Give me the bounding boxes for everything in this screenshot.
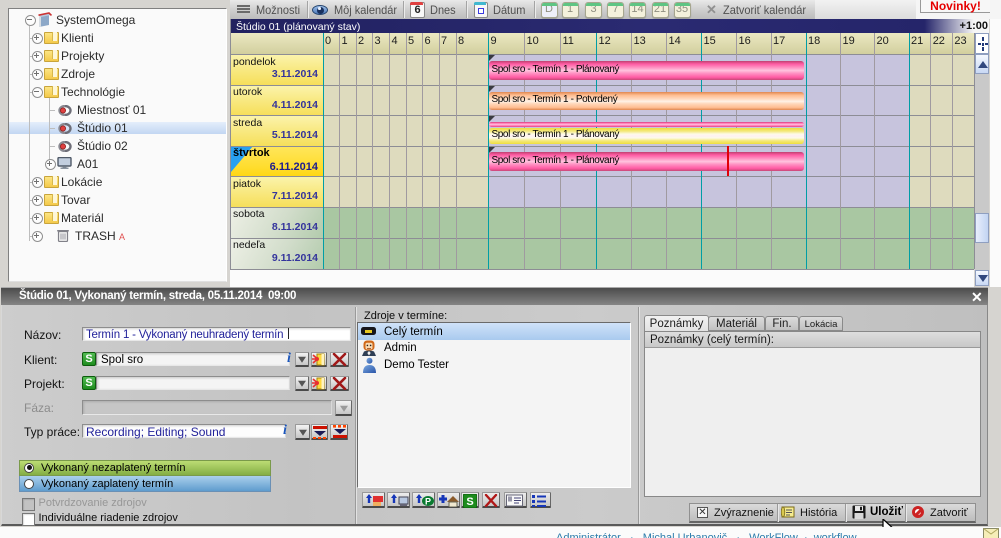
svg-text:S: S <box>466 496 473 508</box>
svg-text:P: P <box>425 497 431 507</box>
